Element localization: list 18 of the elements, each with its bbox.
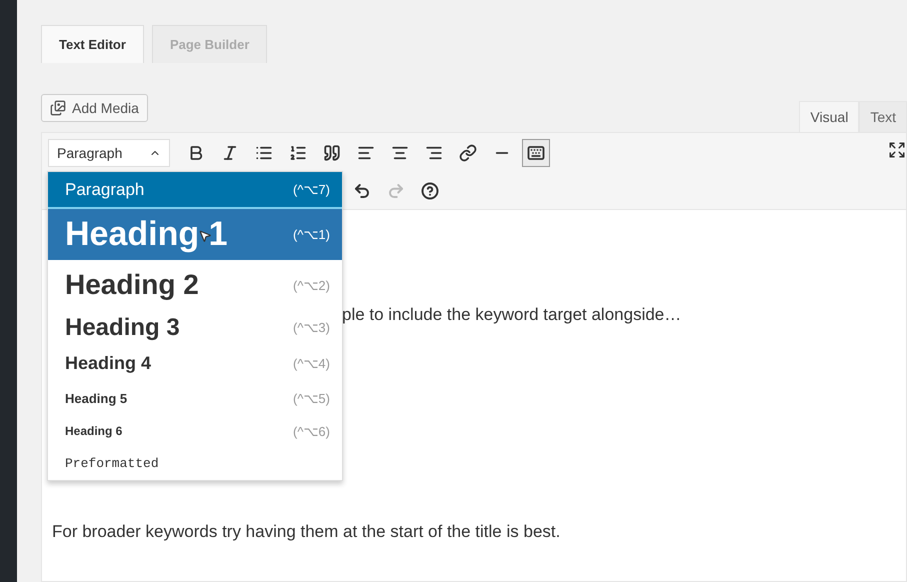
format-option[interactable]: Heading 3 (^⌥3) <box>48 310 342 345</box>
format-select[interactable]: Paragraph <box>48 139 170 167</box>
format-option[interactable]: Paragraph (^⌥7) <box>48 172 342 209</box>
format-option[interactable]: Heading 2 (^⌥2) <box>48 260 342 310</box>
keyboard-icon[interactable] <box>522 139 550 167</box>
mode-tab[interactable]: Visual <box>799 101 860 132</box>
format-option[interactable]: Heading 5 (^⌥5) <box>48 382 342 415</box>
format-option[interactable]: Heading 6 (^⌥6) <box>48 415 342 447</box>
cursor-icon <box>198 229 212 243</box>
mode-tab[interactable]: Text <box>859 101 907 132</box>
format-option[interactable]: Heading 1 (^⌥1) <box>48 209 342 260</box>
paragraph-text: For broader keywords try having them at the start of the title is best. <box>52 522 562 542</box>
format-option[interactable]: Heading 4 (^⌥4) <box>48 345 342 382</box>
paragraph-text: ple to include the keyword target alongside… <box>342 305 682 325</box>
editor-tab[interactable]: Text Editor <box>41 25 144 63</box>
media-icon <box>50 100 66 116</box>
add-media-button[interactable]: Add Media <box>41 94 148 122</box>
format-option[interactable]: Preformatted <box>48 447 342 480</box>
